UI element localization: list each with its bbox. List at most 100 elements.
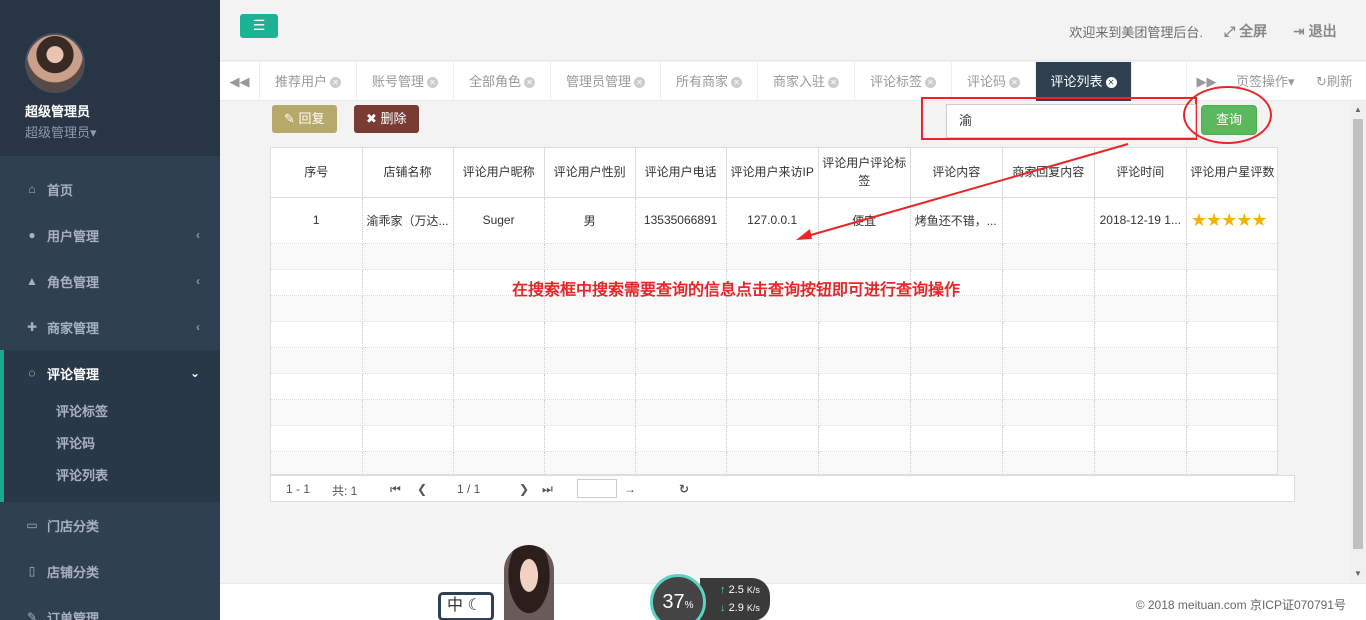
arrow-up-icon: ↑ (720, 584, 726, 596)
close-icon[interactable]: ✕ (1105, 77, 1117, 89)
empty-table-cell (1094, 425, 1187, 452)
tab-recommended-users[interactable]: 推荐用户 ✕ (260, 62, 357, 101)
sidebar-item-comments[interactable]: ◌ 评论管理 ⌄ (0, 350, 220, 396)
vertical-scrollbar[interactable]: ▲ ▼ (1350, 101, 1366, 583)
empty-table-cell (910, 451, 1003, 474)
chevron-left-icon: ‹ (196, 320, 200, 334)
submenu-item-comment-list[interactable]: 评论列表 (56, 460, 220, 492)
empty-table-cell (1094, 321, 1187, 348)
logout-label: 退出 (1308, 23, 1337, 39)
column-header[interactable]: 评论用户昵称 (453, 148, 545, 198)
home-icon: ⌂ (28, 182, 36, 196)
download-value: 2.9 (728, 602, 744, 614)
search-input[interactable]: 渝 (946, 104, 1196, 138)
empty-table-cell (362, 269, 454, 296)
sidebar-item-orders[interactable]: ✎ 订单管理 (0, 594, 220, 620)
caret-down-icon: ▾ (1288, 74, 1295, 89)
tab-admin-management[interactable]: 管理员管理 ✕ (551, 62, 661, 101)
tab-label: 评论码 (966, 74, 1006, 89)
empty-table-cell (910, 321, 1003, 348)
scroll-thumb[interactable] (1353, 119, 1363, 549)
tab-comment-code[interactable]: 评论码 ✕ (952, 62, 1036, 101)
edit-icon: ✎ (26, 610, 38, 620)
tab-all-merchants[interactable]: 所有商家 ✕ (661, 62, 758, 101)
welcome-text: 欢迎来到美团管理后台. (1069, 25, 1203, 40)
tab-label: 评论标签 (869, 74, 922, 89)
menu-toggle-button[interactable]: ☰ (240, 14, 278, 38)
tab-account-management[interactable]: 账号管理 ✕ (357, 62, 454, 101)
go-arrow-icon[interactable]: → (624, 482, 636, 496)
tabs-scroll-left-button[interactable]: ◀◀ (220, 62, 260, 101)
upload-value: 2.5 (728, 584, 744, 596)
page-number-input[interactable] (577, 479, 617, 498)
sidebar-item-label: 门店分类 (47, 518, 100, 534)
empty-table-cell (271, 269, 363, 296)
last-page-icon[interactable]: ⏭ (542, 482, 553, 497)
empty-table-cell (544, 373, 636, 400)
sidebar-item-store-category[interactable]: ▭ 门店分类 (0, 502, 220, 548)
tab-label: 管理员管理 (565, 74, 631, 89)
avatar[interactable] (25, 33, 85, 93)
submenu-item-comment-tags[interactable]: 评论标签 (56, 396, 220, 428)
empty-table-cell (1094, 373, 1187, 400)
column-header[interactable]: 评论用户星评数 (1186, 148, 1277, 198)
page-ops-label: 页签操作 (1236, 74, 1289, 89)
close-icon[interactable]: ✕ (1009, 77, 1020, 89)
column-header[interactable]: 店铺名称 (362, 148, 454, 198)
annotation-text: 在搜索框中搜索需要查询的信息点击查询按钮即可进行查询操作 (512, 282, 961, 299)
empty-table-cell (726, 373, 819, 400)
prev-page-icon[interactable]: ❮ (417, 482, 427, 496)
tab-comment-tags[interactable]: 评论标签 ✕ (855, 62, 952, 101)
empty-table-cell (818, 347, 911, 374)
scroll-up-icon[interactable]: ▲ (1354, 105, 1362, 114)
network-speed-widget[interactable]: ↑ 2.5 K/s ↓ 2.9 K/s 37% (650, 574, 770, 620)
profile-name: 超级管理员 (25, 104, 91, 119)
column-header[interactable]: 评论用户电话 (635, 148, 727, 198)
empty-table-cell (453, 451, 545, 474)
pagination-bar: 1 - 1 共: 1 ⏮ ❮ 1 / 1 ❯ ⏭ → ↻ (270, 475, 1295, 502)
submenu-item-comment-code[interactable]: 评论码 (56, 428, 220, 460)
sidebar-item-roles[interactable]: ▲ 角色管理 ‹ (0, 258, 220, 304)
empty-table-cell (1094, 269, 1187, 296)
delete-button[interactable]: ✖ 删除 (354, 105, 419, 133)
close-icon[interactable]: ✕ (828, 77, 839, 89)
tab-label: 推荐用户 (274, 74, 327, 89)
column-header[interactable]: 序号 (271, 148, 363, 198)
refresh-tab-button[interactable]: ↻刷新 (1316, 62, 1353, 101)
empty-table-cell (453, 347, 545, 374)
close-icon[interactable]: ✕ (634, 77, 645, 89)
table-cell: 13535066891 (635, 197, 727, 244)
reply-button[interactable]: ✎ 回复 (272, 105, 337, 133)
close-icon[interactable]: ✕ (731, 77, 742, 89)
empty-table-cell (362, 425, 454, 452)
first-page-icon[interactable]: ⏮ (390, 482, 401, 497)
tab-merchant-onboarding[interactable]: 商家入驻 ✕ (758, 62, 855, 101)
close-icon[interactable]: ✕ (427, 77, 438, 89)
reload-icon[interactable]: ↻ (679, 482, 689, 496)
comments-submenu: 评论标签 评论码 评论列表 (0, 396, 220, 502)
sidebar-item-shop-category[interactable]: ▯ 店铺分类 (0, 548, 220, 594)
close-icon[interactable]: ✕ (524, 77, 535, 89)
empty-table-row (271, 425, 1277, 452)
column-header[interactable]: 评论用户性别 (544, 148, 636, 198)
logout-button[interactable]: ⇥ 退出 (1293, 21, 1337, 41)
fullscreen-button[interactable]: ⤢ 全屏 (1224, 21, 1267, 41)
profile-role-dropdown[interactable]: 超级管理员▾ (25, 122, 220, 141)
tab-comment-list[interactable]: 评论列表 ✕ (1036, 62, 1132, 101)
empty-table-cell (271, 295, 363, 322)
empty-table-row (271, 347, 1277, 374)
tab-all-roles[interactable]: 全部角色 ✕ (454, 62, 551, 101)
sidebar-item-merchants[interactable]: ✚ 商家管理 ‹ (0, 304, 220, 350)
copyright-text: © 2018 meituan.com 京ICP证070791号 (1135, 598, 1346, 612)
empty-table-cell (818, 451, 911, 474)
next-page-icon[interactable]: ❯ (519, 482, 529, 496)
close-icon[interactable]: ✕ (925, 77, 936, 89)
sidebar-item-home[interactable]: ⌂ 首页 (0, 166, 220, 212)
ime-indicator[interactable]: 中 ☾ (438, 592, 494, 620)
chevron-left-icon: ‹ (196, 228, 200, 242)
empty-table-cell (1186, 451, 1277, 474)
empty-table-cell (453, 243, 545, 270)
sidebar-item-users[interactable]: ● 用户管理 ‹ (0, 212, 220, 258)
scroll-down-icon[interactable]: ▼ (1354, 569, 1362, 578)
close-icon[interactable]: ✕ (330, 77, 341, 89)
